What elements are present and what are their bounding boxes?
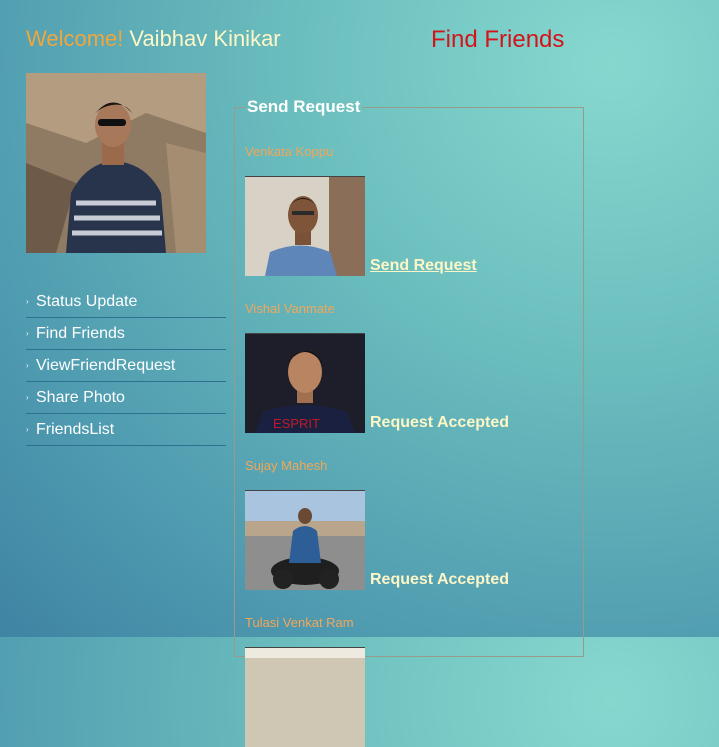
nav-label: Share Photo [36, 388, 125, 406]
friend-name: Tulasi Venkat Ram [245, 615, 354, 630]
send-request-link[interactable]: Send Request [370, 257, 477, 275]
user-name: Vaibhav Kinikar [129, 26, 281, 51]
friend-name: Sujay Mahesh [245, 458, 328, 473]
svg-text:ESPRIT: ESPRIT [273, 416, 320, 431]
bullet-icon: › [26, 329, 29, 338]
friend-card: Venkata Koppu Send Request [245, 143, 585, 276]
bullet-icon: › [26, 361, 29, 370]
profile-photo [26, 73, 206, 253]
nav-item-friends-list[interactable]: › FriendsList [26, 414, 226, 446]
bullet-icon: › [26, 425, 29, 434]
nav-label: FriendsList [36, 420, 115, 438]
bullet-icon: › [26, 393, 29, 402]
request-status: Request Accepted [370, 571, 509, 588]
friend-card: Sujay Mahesh Request Accepted [245, 457, 585, 590]
friend-card: Vishal Vanmate ESPRIT Request Accepted [245, 300, 585, 433]
friend-photo: ESPRIT [245, 333, 365, 433]
nav-item-view-friend-request[interactable]: › ViewFriendRequest [26, 350, 226, 382]
send-request-panel: Send Request Venkata Koppu Send Request … [234, 97, 585, 747]
request-status: Request Accepted [370, 414, 509, 431]
nav-label: Status Update [36, 292, 138, 310]
nav-label: ViewFriendRequest [36, 356, 176, 374]
friend-photo [245, 490, 365, 590]
friend-card: Tulasi Venkat Ram [245, 614, 585, 747]
friend-photo [245, 647, 365, 747]
friend-name: Venkata Koppu [245, 144, 334, 159]
page-title: Find Friends [431, 26, 565, 53]
friend-photo [245, 176, 365, 276]
sidebar-nav: › Status Update › Find Friends › ViewFriend… [26, 286, 226, 446]
panel-legend: Send Request [247, 97, 361, 116]
nav-item-share-photo[interactable]: › Share Photo [26, 382, 226, 414]
welcome-label: Welcome! [26, 26, 124, 51]
friend-name: Vishal Vanmate [245, 301, 335, 316]
welcome-banner: Welcome! Vaibhav Kinikar [26, 26, 281, 52]
nav-label: Find Friends [36, 324, 125, 342]
bullet-icon: › [26, 297, 29, 306]
nav-item-find-friends[interactable]: › Find Friends [26, 318, 226, 350]
nav-item-status-update[interactable]: › Status Update [26, 286, 226, 318]
